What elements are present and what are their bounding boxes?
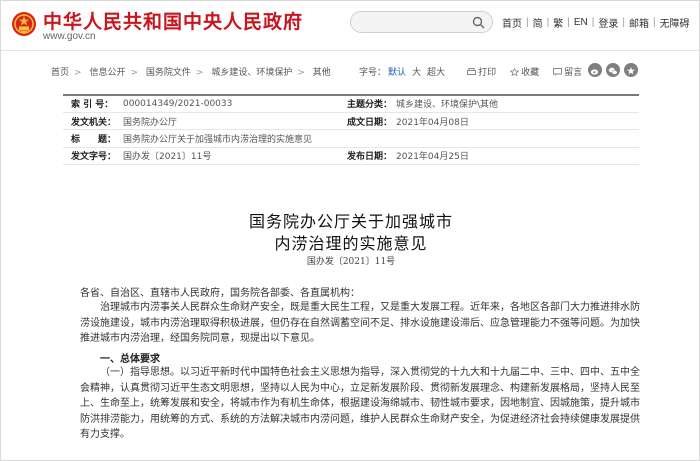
star-icon[interactable] [624,63,638,77]
info-row: 索 引 号： 000014349/2021-00033 主题分类： 城乡建设、环… [63,95,639,113]
site-header: 中华人民共和国中央人民政府 www.gov.cn 首页 | 简 | 繁 | EN | 登… [1,1,699,51]
document-title-line1: 国务院办公厅关于加强城市 [248,212,453,231]
link-mail[interactable]: 邮箱 [629,15,649,30]
breadcrumb-home[interactable]: 首页 [51,68,69,78]
issuer-value: 国务院办公厅 [119,112,339,131]
document-info-table: 索 引 号： 000014349/2021-00033 主题分类： 城乡建设、环… [63,94,639,166]
publish-date-label: 发布日期： [339,147,393,166]
site-title[interactable]: 中华人民共和国中央人民政府 [43,7,303,34]
index-value: 000014349/2021-00033 [119,95,339,113]
page-frame: 中华人民共和国中央人民政府 www.gov.cn 首页 | 简 | 繁 | EN | 登… [0,0,700,461]
font-size-label: 字号： [359,68,387,78]
breadcrumb-info-open[interactable]: 信息公开 [89,68,125,78]
info-row: 发文机关： 国务院办公厅 成文日期： 2021年04月08日 [63,112,639,131]
info-row: 标 题： 国务院办公厅关于加强城市内涝治理的实施意见 [63,129,639,148]
favorite-icon[interactable] [510,67,520,76]
breadcrumb-urban-env[interactable]: 城乡建设、环境保护 [211,68,292,78]
document-title-line2: 内涝治理的实施意见 [274,234,428,253]
doc-number-value: 国办发〔2021〕11号 [119,147,339,166]
issuer-label: 发文机关： [63,112,119,131]
leave-message-button[interactable]: 留言 [564,65,582,78]
link-english[interactable]: EN [574,17,588,28]
page-tools: 字号： 默认 大 超大 打印 收藏 留言 [359,65,588,78]
link-login[interactable]: 登录 [598,15,618,30]
national-emblem-icon[interactable] [11,10,37,38]
breadcrumb-other[interactable]: 其他 [313,68,331,78]
link-traditional[interactable]: 繁 [553,15,563,30]
publish-date-value: 2021年04月25日 [392,147,639,166]
font-size-default[interactable]: 默认 [388,65,406,78]
breadcrumb: 首页 > 信息公开 > 国务院文件 > 城乡建设、环境保护 > 其他 [51,68,331,78]
written-date-value: 2021年04月08日 [392,112,639,131]
favorite-button[interactable]: 收藏 [521,65,539,78]
document-paragraph: （一）指导思想。以习近平新时代中国特色社会主义思想为指导，深入贯彻党的十九大和十… [80,367,640,441]
section-heading: 一、总体要求 [100,354,160,365]
share-buttons [588,63,638,77]
index-label: 索 引 号： [63,95,119,113]
document-paragraph: 治理城市内涝事关人民群众生命财产安全，既是重大民生工程，又是重大发展工程。近年来… [80,302,640,345]
print-icon[interactable] [467,67,477,76]
font-size-large[interactable]: 大 [412,65,421,78]
message-icon[interactable] [553,67,563,76]
link-accessibility[interactable]: 无障碍 [660,15,690,30]
link-home[interactable]: 首页 [502,15,522,30]
print-button[interactable]: 打印 [478,65,496,78]
search-icon[interactable] [472,16,485,29]
category-label: 主题分类： [339,95,393,113]
document-salutation: 各省、自治区、直辖市人民政府，国务院各部委、各直属机构： [80,288,360,299]
category-value: 城乡建设、环境保护\其他 [392,95,639,113]
written-date-label: 成文日期： [339,112,393,131]
doc-number-label: 发文字号： [63,147,119,166]
info-row: 发文字号： 国办发〔2021〕11号 发布日期： 2021年04月25日 [63,147,639,166]
title-label: 标 题： [63,129,119,148]
title-value: 国务院办公厅关于加强城市内涝治理的实施意见 [119,129,639,148]
weibo-icon[interactable] [588,63,602,77]
top-links: 首页 | 简 | 繁 | EN | 登录 | 邮箱 | 无障碍 [502,15,690,30]
document-number: 国办发〔2021〕11号 [306,257,396,267]
link-simplified[interactable]: 简 [533,15,543,30]
wechat-icon[interactable] [606,63,620,77]
breadcrumb-state-docs[interactable]: 国务院文件 [146,68,191,78]
site-url: www.gov.cn [43,31,96,42]
search-input[interactable] [350,11,493,33]
breadcrumb-bar: 首页 > 信息公开 > 国务院文件 > 城乡建设、环境保护 > 其他 字号： 默认 大 … [41,61,641,79]
font-size-super[interactable]: 超大 [427,65,445,78]
